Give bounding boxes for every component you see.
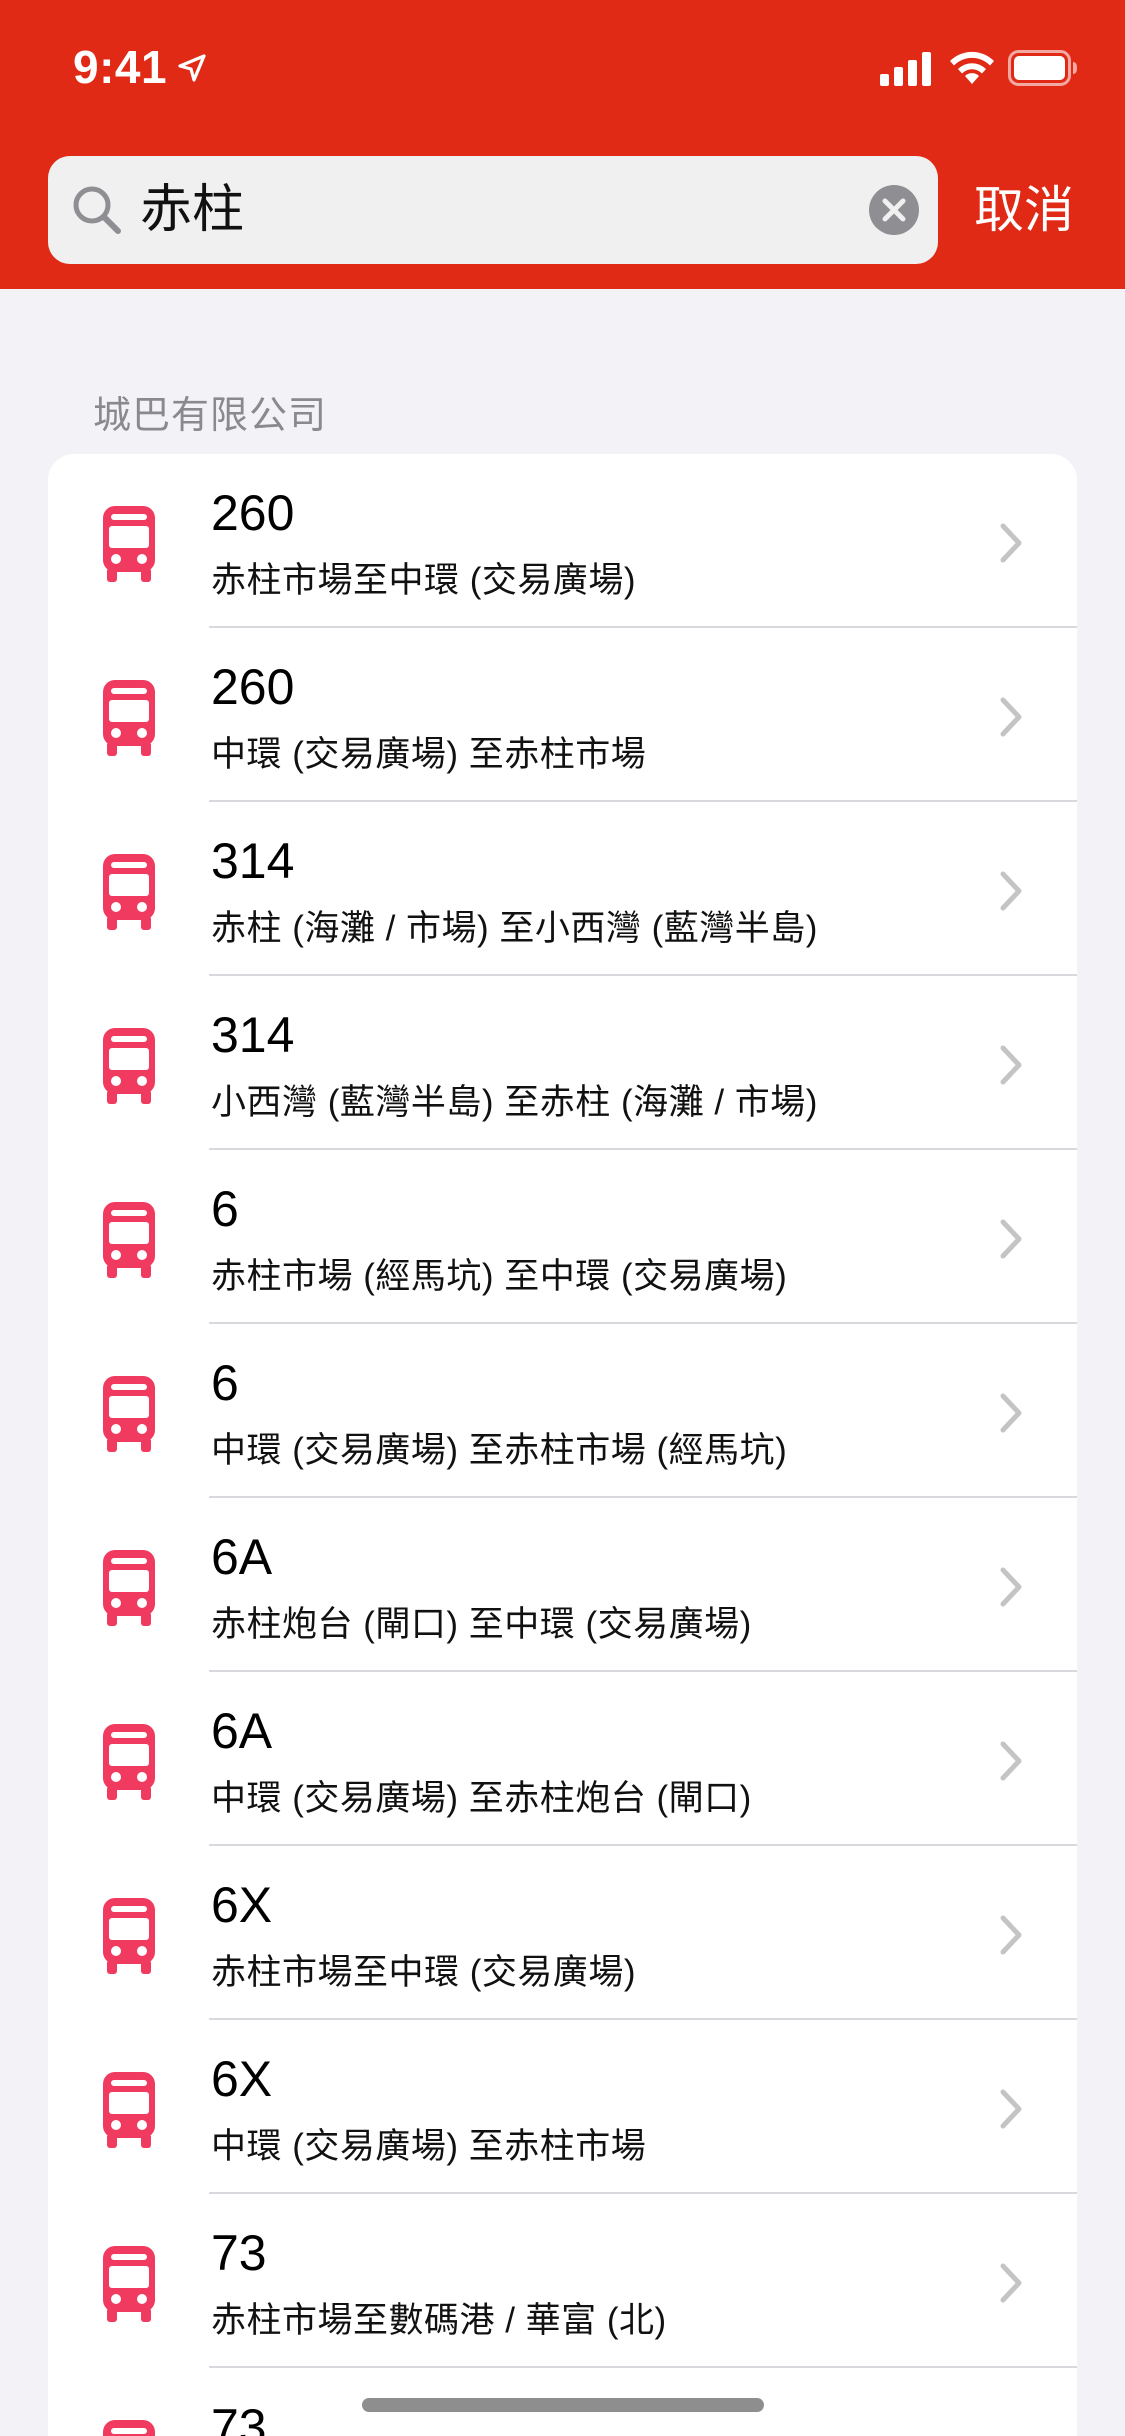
route-number: 6 <box>211 1181 239 1237</box>
bus-icon <box>103 1724 155 1800</box>
chevron-right-icon <box>1000 2263 1022 2303</box>
route-number: 260 <box>211 485 295 541</box>
route-description: 赤柱市場 (經馬坑) 至中環 (交易廣場) <box>211 1257 788 1296</box>
route-number: 6 <box>211 1355 239 1411</box>
route-description: 小西灣 (藍灣半島) 至赤柱 (海灘 / 市場) <box>211 1083 818 1122</box>
bus-icon <box>103 854 155 930</box>
route-number: 260 <box>211 659 295 715</box>
chevron-right-icon <box>1000 1741 1022 1781</box>
bus-icon <box>103 1028 155 1104</box>
header-bar: 9:41 赤柱 取消 <box>0 0 1125 289</box>
cancel-button[interactable]: 取消 <box>974 156 1094 264</box>
route-description: 中環 (交易廣場) 至赤柱市場 (經馬坑) <box>211 1431 788 1470</box>
route-description: 赤柱炮台 (閘口) 至中環 (交易廣場) <box>211 1605 752 1644</box>
route-row[interactable]: 314 赤柱 (海灘 / 市場) 至小西灣 (藍灣半島) <box>48 802 1077 976</box>
bus-icon <box>103 1376 155 1452</box>
bus-icon <box>103 2420 155 2436</box>
route-row[interactable]: 260 赤柱市場至中環 (交易廣場) <box>48 454 1077 628</box>
route-description: 赤柱市場至數碼港 / 華富 (北) <box>211 2301 667 2340</box>
route-number: 6X <box>211 1877 273 1933</box>
chevron-right-icon <box>1000 1915 1022 1955</box>
results-list: 260 赤柱市場至中環 (交易廣場) 260 中環 (交易廣場) 至赤柱市場 314 赤柱… <box>48 454 1077 2436</box>
battery-icon <box>1008 50 1077 86</box>
route-number: 314 <box>211 1007 295 1063</box>
chevron-right-icon <box>1000 2089 1022 2129</box>
bus-icon <box>103 2072 155 2148</box>
route-row[interactable]: 6A 中環 (交易廣場) 至赤柱炮台 (閘口) <box>48 1672 1077 1846</box>
location-arrow-icon <box>178 54 206 82</box>
search-input[interactable] <box>140 156 870 264</box>
chevron-right-icon <box>1000 697 1022 737</box>
section-header-operator: 城巴有限公司 <box>93 395 328 437</box>
route-description: 赤柱 (海灘 / 市場) 至小西灣 (藍灣半島) <box>211 909 818 948</box>
cellular-signal-icon <box>880 52 931 86</box>
route-row[interactable]: 6 赤柱市場 (經馬坑) 至中環 (交易廣場) <box>48 1150 1077 1324</box>
bus-icon <box>103 1898 155 1974</box>
clear-circle-icon[interactable] <box>868 184 920 236</box>
home-indicator <box>362 2398 764 2412</box>
route-number: 6A <box>211 1529 273 1585</box>
route-description: 中環 (交易廣場) 至赤柱市場 <box>211 2127 647 2166</box>
chevron-right-icon <box>1000 1567 1022 1607</box>
route-number: 314 <box>211 833 295 889</box>
chevron-right-icon <box>1000 1045 1022 1085</box>
status-time: 9:41 <box>73 41 168 93</box>
bus-icon <box>103 1202 155 1278</box>
chevron-right-icon <box>1000 1393 1022 1433</box>
route-row[interactable]: 260 中環 (交易廣場) 至赤柱市場 <box>48 628 1077 802</box>
route-row[interactable]: 6X 赤柱市場至中環 (交易廣場) <box>48 1846 1077 2020</box>
route-number: 6X <box>211 2051 273 2107</box>
route-description: 赤柱市場至中環 (交易廣場) <box>211 561 637 600</box>
route-number: 73 <box>211 2225 267 2281</box>
chevron-right-icon <box>1000 1219 1022 1259</box>
search-field[interactable] <box>48 156 938 264</box>
bus-icon <box>103 2246 155 2322</box>
wifi-icon <box>950 51 994 84</box>
bus-icon <box>103 506 155 582</box>
chevron-right-icon <box>1000 871 1022 911</box>
route-description: 中環 (交易廣場) 至赤柱市場 <box>211 735 647 774</box>
search-icon <box>73 186 121 234</box>
route-description: 中環 (交易廣場) 至赤柱炮台 (閘口) <box>211 1779 752 1818</box>
bus-icon <box>103 1550 155 1626</box>
route-row[interactable]: 6A 赤柱炮台 (閘口) 至中環 (交易廣場) <box>48 1498 1077 1672</box>
route-number: 73 <box>211 2399 267 2436</box>
route-row[interactable]: 314 小西灣 (藍灣半島) 至赤柱 (海灘 / 市場) <box>48 976 1077 1150</box>
route-row[interactable]: 73 赤柱市場至數碼港 / 華富 (北) <box>48 2194 1077 2368</box>
route-row[interactable]: 6X 中環 (交易廣場) 至赤柱市場 <box>48 2020 1077 2194</box>
route-number: 6A <box>211 1703 273 1759</box>
bus-icon <box>103 680 155 756</box>
app-screen: 9:41 赤柱 取消 城巴有限公司 260 赤柱市場至中環 (交易廣場) 260… <box>0 0 1125 2436</box>
status-bar: 9:41 <box>0 0 1125 135</box>
route-row[interactable]: 6 中環 (交易廣場) 至赤柱市場 (經馬坑) <box>48 1324 1077 1498</box>
route-description: 赤柱市場至中環 (交易廣場) <box>211 1953 637 1992</box>
chevron-right-icon <box>1000 523 1022 563</box>
